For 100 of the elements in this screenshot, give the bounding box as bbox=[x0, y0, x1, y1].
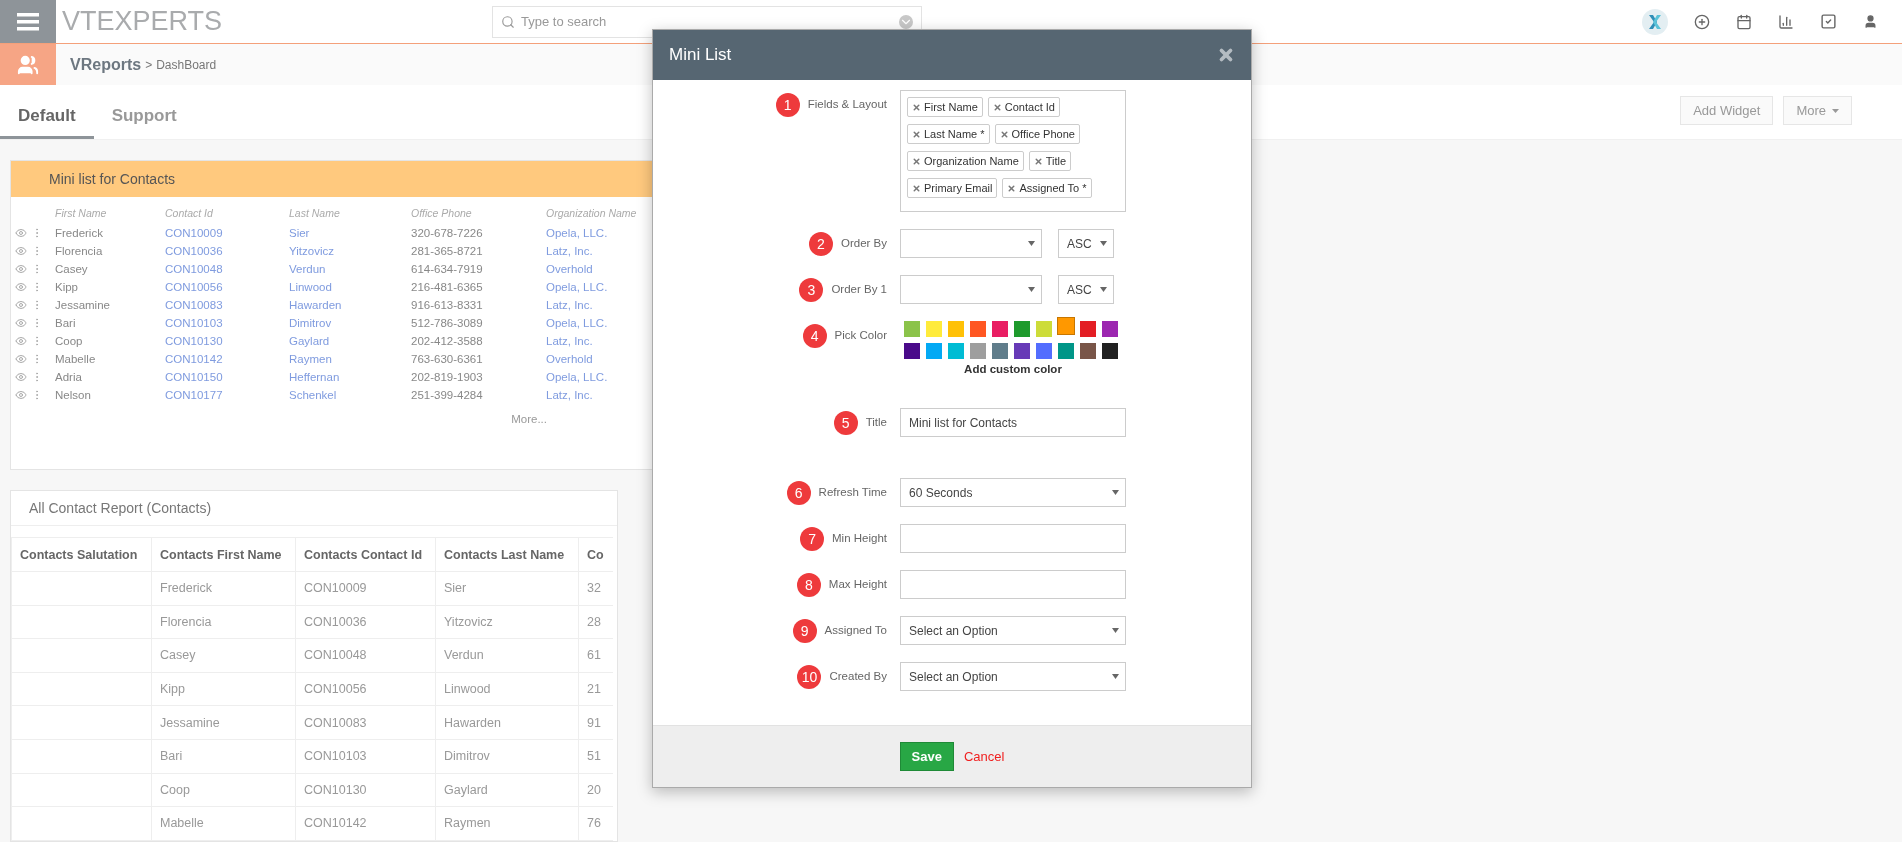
link-cell[interactable]: CON10009 bbox=[165, 225, 289, 241]
color-swatch[interactable] bbox=[992, 321, 1008, 337]
link-cell[interactable]: CON10150 bbox=[165, 369, 289, 385]
link-cell[interactable]: Opela, LLC. bbox=[546, 225, 656, 241]
link-cell[interactable]: Verdun bbox=[289, 261, 411, 277]
link-cell[interactable]: Sier bbox=[289, 225, 411, 241]
more-link[interactable]: More... bbox=[511, 413, 547, 425]
dropdown-select[interactable]: Select an Option bbox=[900, 616, 1126, 645]
checkbox-icon[interactable] bbox=[1820, 13, 1837, 30]
cancel-link[interactable]: Cancel bbox=[963, 749, 1005, 764]
remove-icon[interactable] bbox=[1007, 183, 1017, 193]
color-swatch[interactable] bbox=[1102, 343, 1118, 359]
color-swatch[interactable] bbox=[1102, 321, 1118, 337]
dropdown-select[interactable]: 60 Seconds bbox=[900, 478, 1126, 507]
link-cell[interactable]: Latz, Inc. bbox=[546, 297, 656, 313]
more-dropdown-button[interactable]: More bbox=[1783, 96, 1852, 125]
eye-icon[interactable] bbox=[15, 317, 27, 329]
link-cell[interactable]: Latz, Inc. bbox=[546, 243, 656, 259]
eye-icon[interactable] bbox=[15, 371, 27, 383]
close-icon[interactable] bbox=[1217, 46, 1235, 64]
link-cell[interactable]: CON10048 bbox=[165, 261, 289, 277]
link-cell[interactable]: Hawarden bbox=[289, 297, 411, 313]
link-cell[interactable]: Gaylard bbox=[289, 333, 411, 349]
color-swatch[interactable] bbox=[1014, 321, 1030, 337]
link-cell[interactable]: CON10142 bbox=[165, 351, 289, 367]
remove-icon[interactable] bbox=[912, 129, 921, 139]
link-cell[interactable]: Latz, Inc. bbox=[546, 333, 656, 349]
x-logo-icon[interactable] bbox=[1642, 8, 1668, 35]
eye-icon[interactable] bbox=[15, 299, 27, 311]
link-cell[interactable]: CON10130 bbox=[165, 333, 289, 349]
direction-select[interactable]: ASC bbox=[1058, 229, 1114, 258]
color-swatch[interactable] bbox=[904, 321, 920, 337]
link-cell[interactable]: Heffernan bbox=[289, 369, 411, 385]
link-cell[interactable]: Opela, LLC. bbox=[546, 369, 656, 385]
field-tag[interactable]: Office Phone bbox=[994, 124, 1080, 144]
remove-icon[interactable] bbox=[912, 102, 921, 112]
link-cell[interactable]: Opela, LLC. bbox=[546, 279, 656, 295]
order-by-select[interactable] bbox=[900, 229, 1042, 258]
text-field[interactable] bbox=[900, 524, 1126, 553]
link-cell[interactable]: Opela, LLC. bbox=[546, 315, 656, 331]
color-swatch[interactable] bbox=[1058, 318, 1074, 334]
link-cell[interactable]: Overhold bbox=[546, 261, 656, 277]
color-swatch[interactable] bbox=[948, 321, 964, 337]
remove-icon[interactable] bbox=[999, 129, 1009, 139]
field-tag[interactable]: Organization Name bbox=[907, 151, 1024, 171]
calendar-icon[interactable] bbox=[1736, 13, 1752, 30]
link-cell[interactable]: CON10083 bbox=[165, 297, 289, 313]
link-cell[interactable]: Schenkel bbox=[289, 387, 411, 403]
direction-select[interactable]: ASC bbox=[1058, 275, 1114, 304]
field-tag[interactable]: Primary Email bbox=[907, 178, 998, 198]
field-tag[interactable]: Last Name * bbox=[907, 124, 990, 144]
add-widget-button[interactable]: Add Widget bbox=[1680, 96, 1774, 125]
color-swatch[interactable] bbox=[904, 343, 920, 359]
link-cell[interactable]: Linwood bbox=[289, 279, 411, 295]
color-swatch[interactable] bbox=[1036, 321, 1052, 337]
remove-icon[interactable] bbox=[992, 102, 1002, 112]
color-swatch[interactable] bbox=[1036, 343, 1052, 359]
add-custom-color-link[interactable]: Add custom color bbox=[900, 363, 1126, 375]
remove-icon[interactable] bbox=[1033, 156, 1043, 166]
dropdown-select[interactable]: Select an Option bbox=[900, 662, 1126, 691]
tab[interactable]: Support bbox=[93, 106, 195, 139]
eye-icon[interactable] bbox=[15, 227, 27, 239]
color-swatch[interactable] bbox=[1080, 321, 1096, 337]
link-cell[interactable]: Dimitrov bbox=[289, 315, 411, 331]
link-cell[interactable]: CON10177 bbox=[165, 387, 289, 403]
order-by-select[interactable] bbox=[900, 275, 1042, 304]
plus-icon[interactable] bbox=[1694, 13, 1710, 30]
save-button[interactable]: Save bbox=[899, 742, 954, 771]
menu-button[interactable] bbox=[0, 0, 56, 43]
link-cell[interactable]: Overhold bbox=[546, 351, 656, 367]
color-swatch[interactable] bbox=[970, 321, 986, 337]
menu-icon[interactable] bbox=[17, 12, 39, 31]
bar-chart-icon[interactable] bbox=[1778, 13, 1794, 30]
field-tag[interactable]: Contact Id bbox=[987, 97, 1060, 117]
link-cell[interactable]: CON10036 bbox=[165, 243, 289, 259]
eye-icon[interactable] bbox=[15, 245, 27, 257]
color-swatch[interactable] bbox=[992, 343, 1008, 359]
color-swatch[interactable] bbox=[948, 343, 964, 359]
user-icon[interactable] bbox=[1863, 14, 1878, 29]
eye-icon[interactable] bbox=[15, 335, 27, 347]
link-cell[interactable]: CON10056 bbox=[165, 279, 289, 295]
link-cell[interactable]: CON10103 bbox=[165, 315, 289, 331]
color-swatch[interactable] bbox=[926, 321, 942, 337]
color-swatch[interactable] bbox=[1014, 343, 1030, 359]
link-cell[interactable]: Yitzovicz bbox=[289, 243, 411, 259]
field-tag[interactable]: Assigned To * bbox=[1002, 178, 1092, 198]
eye-icon[interactable] bbox=[15, 281, 27, 293]
link-cell[interactable]: Raymen bbox=[289, 351, 411, 367]
color-swatch[interactable] bbox=[1080, 343, 1096, 359]
text-field[interactable]: Mini list for Contacts bbox=[900, 408, 1126, 437]
eye-icon[interactable] bbox=[15, 353, 27, 365]
color-swatch[interactable] bbox=[1058, 343, 1074, 359]
breadcrumb-app[interactable]: VReports bbox=[70, 55, 142, 74]
text-field[interactable] bbox=[900, 570, 1126, 599]
color-swatch[interactable] bbox=[970, 343, 986, 359]
eye-icon[interactable] bbox=[15, 389, 27, 401]
link-cell[interactable]: Latz, Inc. bbox=[546, 387, 656, 403]
field-tag[interactable]: Title bbox=[1028, 151, 1072, 171]
remove-icon[interactable] bbox=[912, 183, 921, 193]
fields-multiselect[interactable]: First Name Contact Id Last Name * Office Phone Organization Name Title Primary Email Assigned To * bbox=[900, 90, 1126, 212]
